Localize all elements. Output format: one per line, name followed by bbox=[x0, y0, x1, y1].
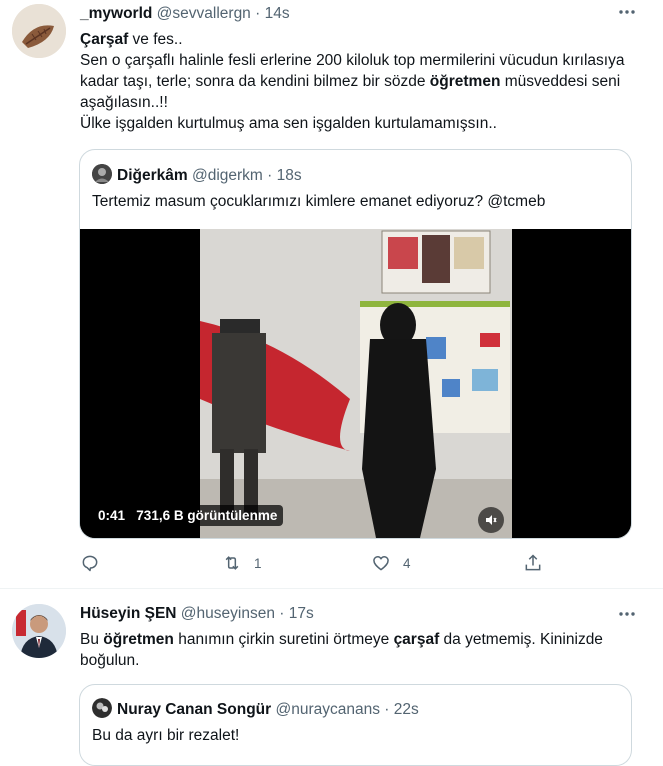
quoted-tweet-text: Bu da ayrı bir rezalet! bbox=[92, 727, 240, 744]
timestamp[interactable]: 17s bbox=[289, 605, 314, 622]
quoted-avatar[interactable] bbox=[92, 698, 112, 718]
more-icon[interactable] bbox=[617, 2, 637, 27]
tweet-1-text: Çarşaf ve fes.. Sen o çarşaflı halinle f… bbox=[80, 29, 640, 134]
quoted-display-name[interactable]: Diğerkâm bbox=[117, 167, 188, 184]
quoted-display-name[interactable]: Nuray Canan Songür bbox=[117, 701, 271, 718]
tweet-2[interactable]: Hüseyin ŞEN @huseyinsen · 17s Bu öğretme… bbox=[0, 589, 663, 766]
video-stats-badge: 0:41 731,6 B görüntülenme bbox=[92, 505, 284, 526]
reply-icon bbox=[82, 555, 98, 572]
avatar-portrait-image bbox=[12, 604, 66, 658]
quoted-separator: · bbox=[267, 167, 273, 184]
text-line-4: Ülke işgalden kurtulmuş ama sen işgalden… bbox=[80, 115, 497, 132]
video-frame bbox=[80, 229, 631, 538]
quoted-handle[interactable]: @digerkm bbox=[192, 167, 263, 184]
timestamp[interactable]: 14s bbox=[265, 5, 290, 22]
video-views: 731,6 B görüntülenme bbox=[136, 508, 278, 523]
more-icon[interactable] bbox=[617, 604, 637, 629]
video-duration: 0:41 bbox=[98, 508, 126, 523]
quoted-tweet-header: Diğerkâm @digerkm · 18s bbox=[92, 164, 302, 185]
video-player[interactable]: 0:41 731,6 B görüntülenme bbox=[80, 229, 631, 538]
quoted-timestamp[interactable]: 18s bbox=[277, 167, 302, 184]
bold-word-ogretmen: öğretmen bbox=[103, 631, 174, 648]
text-part-a: Bu bbox=[80, 631, 104, 648]
retweet-count: 1 bbox=[254, 555, 262, 571]
avatar-leaf-image bbox=[12, 4, 66, 58]
tweet-1-actions: 1 4 bbox=[80, 553, 550, 577]
quoted-timestamp[interactable]: 22s bbox=[394, 701, 419, 718]
display-name[interactable]: _myworld bbox=[80, 5, 152, 22]
like-button[interactable]: 4 bbox=[371, 553, 411, 573]
handle[interactable]: @huseyinsen bbox=[181, 605, 275, 622]
bold-word-ogretmen: öğretmen bbox=[429, 73, 501, 90]
reply-button[interactable] bbox=[80, 553, 112, 573]
retweet-icon bbox=[225, 556, 239, 570]
tweet-2-header: Hüseyin ŞEN @huseyinsen · 17s bbox=[80, 605, 314, 623]
volume-icon[interactable] bbox=[478, 507, 504, 533]
tweet-1-header: _myworld @sevvallergn · 14s bbox=[80, 5, 290, 23]
share-button[interactable] bbox=[523, 553, 543, 573]
retweet-button[interactable]: 1 bbox=[222, 553, 262, 573]
quoted-avatar[interactable] bbox=[92, 164, 112, 184]
quoted-tweet-1[interactable]: Diğerkâm @digerkm · 18s Tertemiz masum ç… bbox=[79, 149, 632, 539]
separator: · bbox=[255, 5, 261, 22]
separator: · bbox=[279, 605, 285, 622]
like-count: 4 bbox=[403, 555, 411, 571]
quoted-tweet-2[interactable]: Nuray Canan Songür @nuraycanans · 22s Bu… bbox=[79, 684, 632, 766]
text-line-1: ve fes.. bbox=[128, 31, 183, 48]
quoted-handle[interactable]: @nuraycanans bbox=[275, 701, 380, 718]
display-name[interactable]: Hüseyin ŞEN bbox=[80, 605, 176, 622]
quoted-tweet-header: Nuray Canan Songür @nuraycanans · 22s bbox=[92, 698, 419, 719]
handle[interactable]: @sevvallergn bbox=[157, 5, 251, 22]
share-icon bbox=[525, 554, 541, 571]
avatar-huseyinsen[interactable] bbox=[12, 604, 66, 658]
tweet-2-text: Bu öğretmen hanımın çirkin suretini örtm… bbox=[80, 629, 640, 671]
quoted-separator: · bbox=[384, 701, 390, 718]
bold-word-carsaf: Çarşaf bbox=[80, 31, 129, 48]
text-part-c: hanımın çirkin suretini örtmeye bbox=[173, 631, 394, 648]
bold-word-carsaf: çarşaf bbox=[393, 631, 440, 648]
heart-icon bbox=[373, 556, 389, 571]
tweet-1[interactable]: _myworld @sevvallergn · 14s Çarşaf ve fe… bbox=[0, 0, 663, 587]
quoted-tweet-text: Tertemiz masum çocuklarımızı kimlere ema… bbox=[92, 193, 546, 210]
avatar-myworld[interactable] bbox=[12, 4, 66, 58]
